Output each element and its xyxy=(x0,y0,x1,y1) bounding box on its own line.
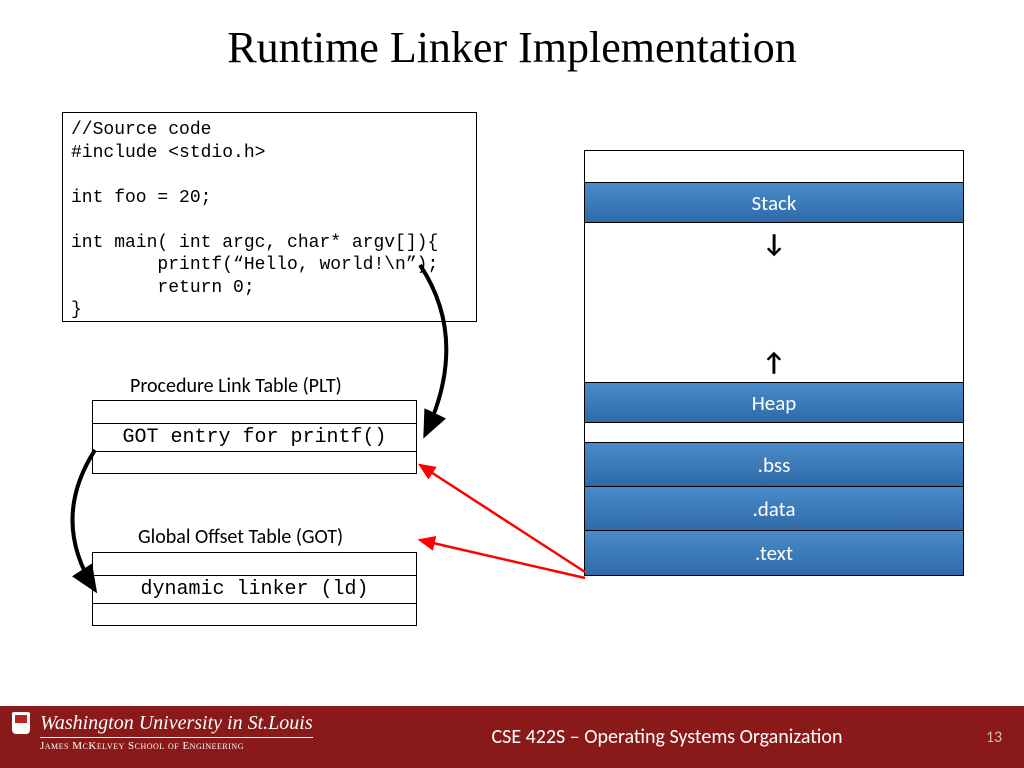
got-row-entry: dynamic linker (ld) xyxy=(93,575,416,603)
arrow-down-icon: ↓ xyxy=(762,227,786,259)
got-row-blank-bottom xyxy=(93,603,416,625)
mem-blank-top xyxy=(585,151,963,183)
mem-gap: ↓ ↑ xyxy=(585,223,963,383)
got-label: Global Offset Table (GOT) xyxy=(138,525,343,549)
arrow-up-icon: ↑ xyxy=(762,346,786,378)
plt-table: GOT entry for printf() xyxy=(92,400,417,474)
school-name: James McKelvey School of Engineering xyxy=(40,740,313,752)
course-title: CSE 422S – Operating Systems Organizatio… xyxy=(370,725,964,749)
plt-label: Procedure Link Table (PLT) xyxy=(130,374,342,398)
mem-stack: Stack xyxy=(585,183,963,223)
mem-data: .data xyxy=(585,487,963,531)
plt-row-entry: GOT entry for printf() xyxy=(93,423,416,451)
source-code-box: //Source code #include <stdio.h> int foo… xyxy=(62,112,477,322)
mem-bss: .bss xyxy=(585,443,963,487)
plt-row-blank-top xyxy=(93,401,416,423)
footer-bar: Washington University in St.Louis James … xyxy=(0,706,1024,768)
university-name: Washington University in St.Louis xyxy=(40,712,313,738)
page-number: 13 xyxy=(964,728,1024,747)
mem-text: .text xyxy=(585,531,963,575)
mem-heap: Heap xyxy=(585,383,963,423)
shield-icon xyxy=(12,712,30,734)
footer-logo: Washington University in St.Louis James … xyxy=(0,706,370,768)
plt-row-blank-bottom xyxy=(93,451,416,473)
got-row-blank-top xyxy=(93,553,416,575)
memory-layout: Stack ↓ ↑ Heap .bss .data .text xyxy=(584,150,964,576)
slide-title: Runtime Linker Implementation xyxy=(0,22,1024,73)
got-table: dynamic linker (ld) xyxy=(92,552,417,626)
mem-blank-mid xyxy=(585,423,963,443)
